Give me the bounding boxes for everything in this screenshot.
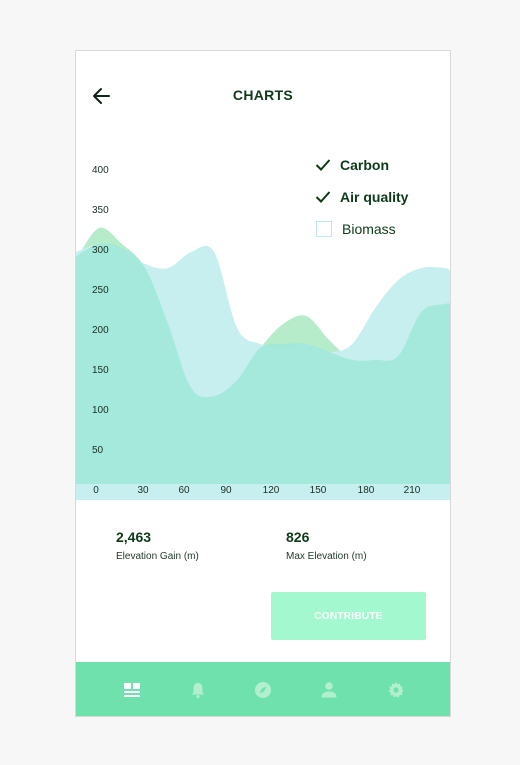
- stat-label: Elevation Gain (m): [116, 551, 199, 562]
- y-tick-label: 100: [92, 405, 109, 416]
- nav-item-settings[interactable]: [385, 679, 407, 701]
- legend-item-biomass[interactable]: Biomass: [314, 213, 408, 245]
- bottom-nav: [76, 662, 450, 716]
- dashboard-icon: [124, 683, 140, 697]
- y-tick-label: 400: [92, 165, 109, 176]
- legend-item-air-quality[interactable]: Air quality: [314, 181, 408, 213]
- gear-icon: [388, 682, 404, 698]
- legend-label-carbon: Carbon: [340, 157, 389, 173]
- compass-icon: [255, 682, 271, 698]
- stat-max-elevation: 826 Max Elevation (m): [286, 529, 367, 562]
- y-tick-label: 200: [92, 325, 109, 336]
- x-tick-label: 210: [404, 485, 421, 496]
- legend-label-biomass: Biomass: [342, 221, 396, 237]
- phone-screen: CHARTS 400 350 300 250 200 150 100 50 0 30 60 90 120…: [75, 50, 451, 717]
- x-tick-label: 30: [137, 485, 149, 496]
- person-icon: [321, 682, 337, 698]
- legend-item-carbon[interactable]: Carbon: [314, 149, 408, 181]
- x-tick-label: 120: [263, 485, 280, 496]
- y-tick-label: 350: [92, 205, 109, 216]
- stat-elevation-gain: 2,463 Elevation Gain (m): [116, 529, 199, 562]
- nav-item-notifications[interactable]: [187, 679, 209, 701]
- nav-item-dashboard[interactable]: [121, 679, 143, 701]
- stat-value: 2,463: [116, 529, 152, 545]
- contribute-button[interactable]: CONTRIBUTE: [271, 592, 426, 640]
- checkmark-icon: [314, 188, 332, 206]
- y-tick-label: 150: [92, 365, 109, 376]
- checkmark-icon: [314, 156, 332, 174]
- x-tick-label: 60: [178, 485, 190, 496]
- chart-legend: Carbon Air quality Biomass: [314, 149, 408, 245]
- x-tick-label: 180: [358, 485, 375, 496]
- bell-icon: [191, 683, 205, 699]
- area-series-biomass: [76, 243, 450, 484]
- nav-item-profile[interactable]: [318, 679, 340, 701]
- x-tick-label: 0: [93, 485, 99, 496]
- stat-label: Max Elevation (m): [286, 551, 367, 562]
- x-tick-label: 90: [220, 485, 232, 496]
- stat-value: 826: [286, 529, 310, 545]
- y-tick-label: 250: [92, 285, 109, 296]
- nav-item-explore[interactable]: [252, 679, 274, 701]
- page-title: CHARTS: [232, 87, 294, 103]
- y-tick-label: 300: [92, 245, 109, 256]
- legend-label-air-quality: Air quality: [340, 189, 409, 205]
- x-tick-label: 150: [310, 485, 327, 496]
- checkbox-empty-icon[interactable]: [316, 221, 332, 237]
- y-tick-label: 50: [92, 445, 104, 456]
